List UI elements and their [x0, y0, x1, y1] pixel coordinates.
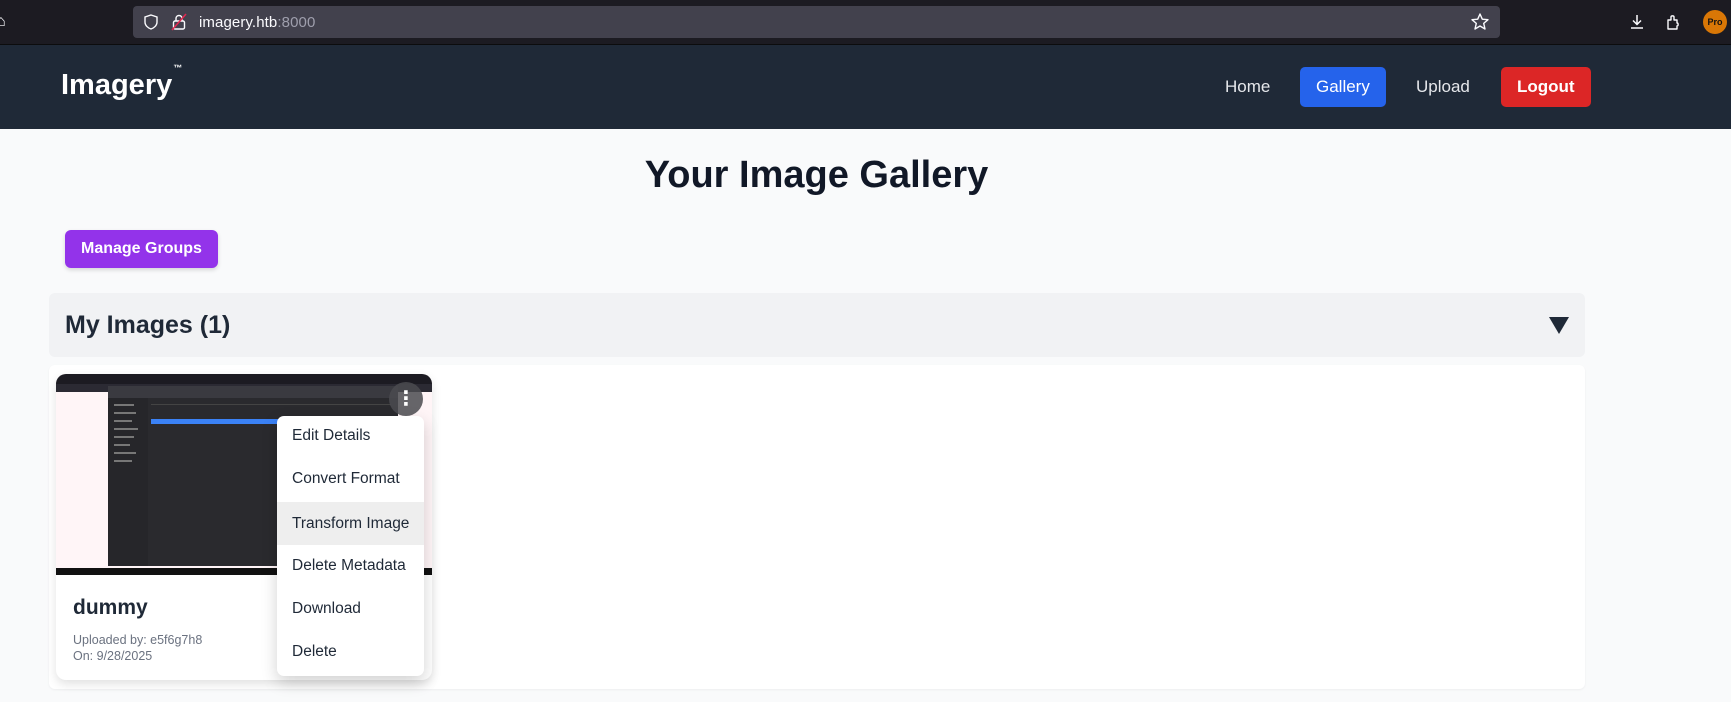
extension-badge-icon[interactable]: Pro: [1703, 10, 1727, 34]
image-actions-menu: Edit Details Convert Format Transform Im…: [277, 416, 424, 676]
logo-text: Imagery: [61, 69, 173, 101]
logo-trademark: ™: [173, 63, 183, 74]
uploaded-by-text: Uploaded by: e5f6g7h8: [73, 633, 203, 647]
manage-groups-button[interactable]: Manage Groups: [65, 230, 218, 268]
menu-item-edit-details[interactable]: Edit Details: [277, 416, 424, 456]
url-host: imagery.htb: [199, 14, 278, 31]
upload-date-text: On: 9/28/2025: [73, 649, 153, 663]
url-text[interactable]: imagery.htb:8000: [199, 14, 315, 31]
extension-badge-label: Pro: [1707, 17, 1723, 27]
kebab-menu-icon[interactable]: ⋮: [389, 382, 423, 416]
group-title: My Images (1): [65, 311, 231, 339]
nav-gallery-link[interactable]: Gallery: [1300, 67, 1386, 107]
extensions-icon[interactable]: [1664, 12, 1684, 32]
tracking-shield-icon[interactable]: [143, 14, 159, 30]
downloads-icon[interactable]: [1627, 12, 1647, 32]
url-bar[interactable]: imagery.htb:8000: [133, 6, 1500, 38]
menu-item-delete[interactable]: Delete: [277, 632, 424, 672]
menu-item-convert-format[interactable]: Convert Format: [277, 459, 424, 499]
my-images-group-header[interactable]: My Images (1): [49, 293, 1585, 357]
menu-item-transform-image[interactable]: Transform Image: [277, 502, 424, 545]
nav-upload-link[interactable]: Upload: [1400, 67, 1486, 107]
browser-toolbar: ⌂ imagery.htb:8000 Pro: [0, 0, 1731, 45]
site-navbar: Imagery™ Home Gallery Upload Logout: [0, 45, 1731, 129]
bookmark-star-icon[interactable]: [1470, 12, 1490, 32]
page-title: Your Image Gallery: [644, 154, 989, 196]
logout-button[interactable]: Logout: [1501, 67, 1591, 107]
url-port: :8000: [277, 14, 316, 31]
image-title: dummy: [73, 596, 148, 619]
collapse-caret-icon[interactable]: [1549, 317, 1569, 334]
site-logo[interactable]: Imagery™: [61, 63, 182, 102]
menu-item-download[interactable]: Download: [277, 589, 424, 629]
nav-home-link[interactable]: Home: [1209, 67, 1286, 107]
home-icon[interactable]: ⌂: [0, 13, 6, 31]
insecure-lock-icon[interactable]: [171, 13, 187, 31]
menu-item-delete-metadata[interactable]: Delete Metadata: [277, 546, 424, 586]
